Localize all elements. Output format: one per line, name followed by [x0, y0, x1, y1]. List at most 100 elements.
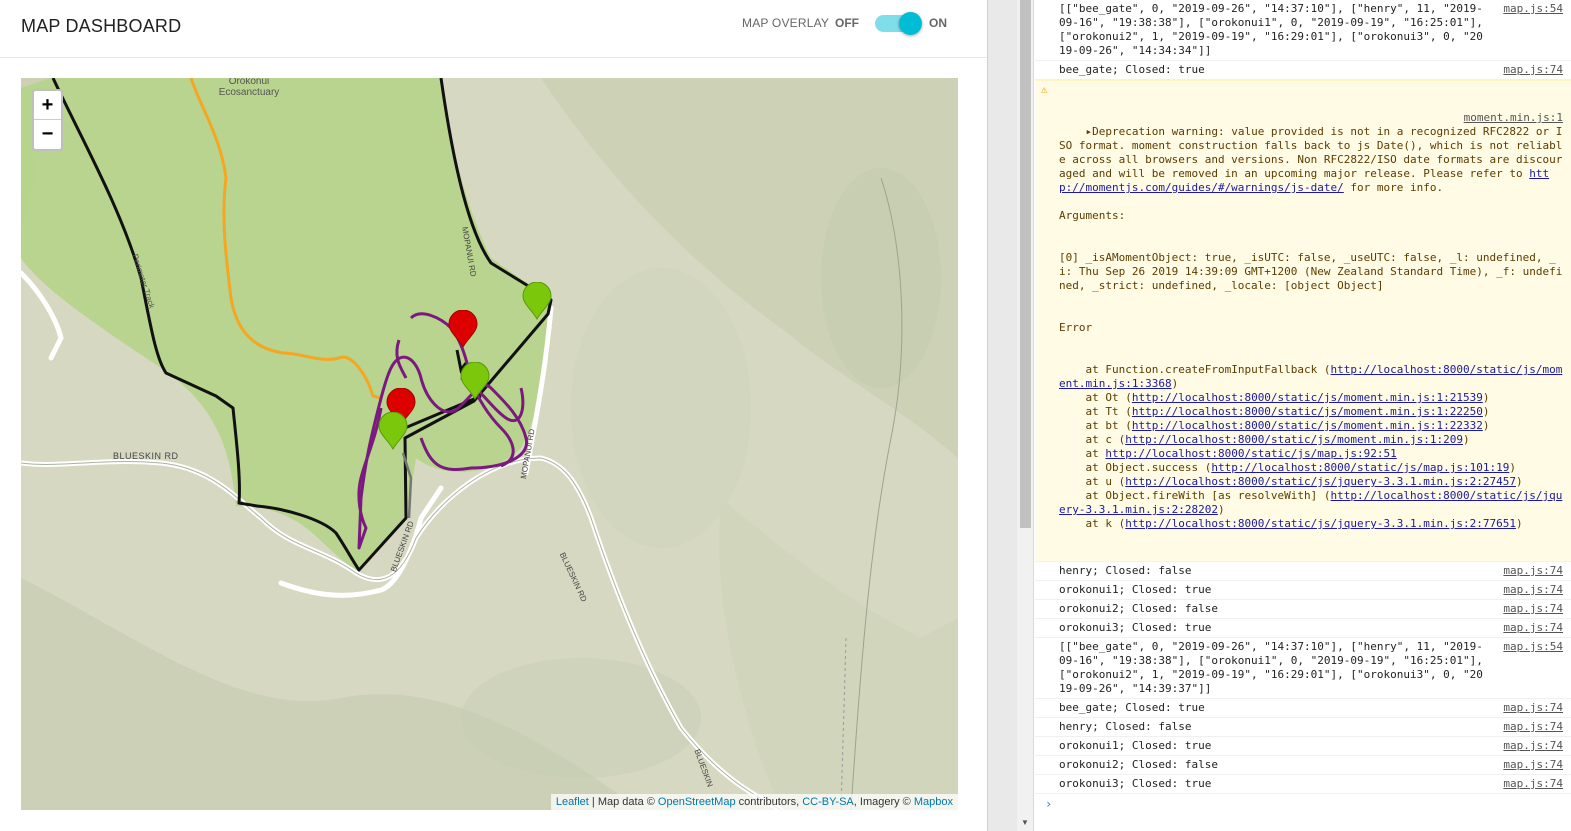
console-message-text: bee_gate; Closed: true — [1059, 63, 1205, 76]
warning-args-header: Arguments: — [1059, 209, 1126, 222]
console-source-link[interactable]: map.js:74 — [1503, 602, 1563, 616]
map-overlay-toggle[interactable] — [875, 12, 922, 35]
osm-link[interactable]: OpenStreetMap — [658, 796, 736, 808]
stack-frame-suffix: ) — [1515, 475, 1523, 488]
attribution-text-2: contributors, — [735, 796, 803, 808]
console-message: map.js:74 orokonui1; Closed: true — [1035, 737, 1571, 756]
console-message: map.js:74 bee_gate; Closed: true — [1035, 699, 1571, 718]
console-source-link[interactable]: map.js:74 — [1503, 63, 1563, 77]
console-message-text: [["bee_gate", 0, "2019-09-26", "14:37:10… — [1059, 2, 1490, 57]
stack-frame: at Object.success (http://localhost:8000… — [1059, 461, 1563, 475]
warning-intro: Deprecation warning: value provided is n… — [1059, 125, 1563, 180]
console-message-text: orokonui3; Closed: true — [1059, 621, 1212, 634]
blueskin-rd-label: BLUESKIN RD — [113, 451, 179, 461]
overlay-off-label: OFF — [835, 16, 859, 30]
mapbox-link[interactable]: Mapbox — [914, 796, 953, 808]
stack-frame-link[interactable]: http://localhost:8000/static/js/map.js:9… — [1105, 447, 1396, 460]
console-source-link[interactable]: map.js:74 — [1503, 621, 1563, 635]
stack-frame-link[interactable]: http://localhost:8000/static/js/moment.m… — [1132, 405, 1483, 418]
console-messages-bottom: map.js:74 henry; Closed: false map.js:74 or… — [1035, 562, 1571, 794]
green-marker-1[interactable] — [522, 282, 552, 320]
warning-error: Error — [1059, 321, 1093, 334]
attribution-text-1: | Map data © — [588, 796, 658, 808]
console-scrollbar[interactable]: ▼ — [1017, 0, 1034, 831]
console-prompt[interactable]: › — [1035, 794, 1571, 814]
deprecation-warning: ⚠ moment.min.js:1 ▸Deprecation warning: … — [1035, 80, 1571, 562]
devtools-gutter — [987, 0, 1017, 831]
dashboard-header: MAP DASHBOARD MAP OVERLAY OFF ON — [0, 0, 987, 58]
stack-frame-prefix: at bt ( — [1059, 419, 1132, 432]
console-message-text: orokonui1; Closed: true — [1059, 583, 1212, 596]
stack-frame: at u (http://localhost:8000/static/js/jq… — [1059, 475, 1563, 489]
green-marker-3[interactable] — [378, 412, 408, 450]
console-source-link[interactable]: map.js:74 — [1503, 583, 1563, 597]
console-source-link[interactable]: map.js:74 — [1503, 777, 1563, 791]
console-message-text: orokonui1; Closed: true — [1059, 739, 1212, 752]
ccbysa-link[interactable]: CC-BY-SA — [802, 796, 854, 808]
warning-icon: ⚠ — [1041, 83, 1048, 96]
console-source-link[interactable]: map.js:54 — [1503, 2, 1563, 16]
stack-frame-prefix: at Function.createFromInputFallback ( — [1059, 363, 1331, 376]
stack-frame-link[interactable]: http://localhost:8000/static/js/jquery-3… — [1125, 475, 1516, 488]
console-source-link[interactable]: map.js:74 — [1503, 701, 1563, 715]
stack-frame-suffix: ) — [1171, 377, 1179, 390]
stack-frame: at http://localhost:8000/static/js/map.j… — [1059, 447, 1563, 461]
zoom-out-button[interactable]: − — [34, 120, 61, 149]
zoom-control: + − — [32, 89, 63, 151]
stack-frame-suffix: ) — [1482, 405, 1490, 418]
stack-frame-suffix: ) — [1463, 433, 1470, 446]
leaflet-link[interactable]: Leaflet — [556, 796, 589, 808]
stack-frame-link[interactable]: http://localhost:8000/static/js/jquery-3… — [1125, 517, 1516, 530]
stack-frame: at k (http://localhost:8000/static/js/jq… — [1059, 517, 1563, 531]
console-message: map.js:74 orokonui2; Closed: false — [1035, 756, 1571, 775]
red-marker-1[interactable] — [448, 310, 478, 348]
stack-frame-link[interactable]: http://localhost:8000/static/js/moment.m… — [1132, 391, 1483, 404]
basemap — [21, 78, 958, 810]
ecosanctuary-label: Orokonui Ecosanctuary — [218, 78, 280, 98]
page-title: MAP DASHBOARD — [21, 16, 182, 36]
stack-frame-suffix: ) — [1482, 391, 1490, 404]
stack-frame-link[interactable]: http://localhost:8000/static/js/moment.m… — [1125, 433, 1463, 446]
console-message-text: orokonui2; Closed: false — [1059, 758, 1218, 771]
console-message: map.js:74 orokonui2; Closed: false — [1035, 600, 1571, 619]
console-message-text: orokonui2; Closed: false — [1059, 602, 1218, 615]
warning-source-link[interactable]: moment.min.js:1 — [1464, 111, 1563, 125]
console-message-text: henry; Closed: false — [1059, 720, 1192, 733]
console-message: map.js:74 orokonui3; Closed: true — [1035, 775, 1571, 794]
console-message: map.js:74 henry; Closed: false — [1035, 718, 1571, 737]
console-source-link[interactable]: map.js:74 — [1503, 564, 1563, 578]
stack-frame: at bt (http://localhost:8000/static/js/m… — [1059, 419, 1563, 433]
leaflet-map[interactable]: Orokonui Ecosanctuary BLUESKIN RD MOPANU… — [21, 78, 958, 810]
stack-frame-prefix: at k ( — [1059, 517, 1126, 530]
console-source-link[interactable]: map.js:74 — [1503, 758, 1563, 772]
console-message: map.js:74 bee_gate; Closed: true — [1035, 61, 1571, 80]
warning-outro: for more info. — [1343, 181, 1444, 194]
stack-frame-prefix: at c ( — [1059, 433, 1126, 446]
console-message: map.js:54 [["bee_gate", 0, "2019-09-26", … — [1035, 638, 1571, 699]
stack-frame: at Object.fireWith [as resolveWith] (htt… — [1059, 489, 1563, 517]
console-source-link[interactable]: map.js:74 — [1503, 720, 1563, 734]
attribution-text-3: , Imagery © — [853, 796, 914, 808]
console-message: map.js:74 orokonui3; Closed: true — [1035, 619, 1571, 638]
stack-frame-suffix: ) — [1482, 419, 1490, 432]
console-message: map.js:74 orokonui1; Closed: true — [1035, 581, 1571, 600]
console-source-link[interactable]: map.js:74 — [1503, 739, 1563, 753]
stack-frame-suffix: ) — [1509, 461, 1516, 474]
console-message-text: [["bee_gate", 0, "2019-09-26", "14:37:10… — [1059, 640, 1490, 695]
console-source-link[interactable]: map.js:54 — [1503, 640, 1563, 654]
stack-frame-link[interactable]: http://localhost:8000/static/js/map.js:1… — [1211, 461, 1509, 474]
console-message: map.js:54 [["bee_gate", 0, "2019-09-26", … — [1035, 0, 1571, 61]
stack-frame-prefix: at u ( — [1059, 475, 1126, 488]
scroll-down-icon[interactable]: ▼ — [1021, 818, 1029, 827]
devtools-console: map.js:54 [["bee_gate", 0, "2019-09-26", … — [1035, 0, 1571, 831]
overlay-on-label: ON — [929, 16, 947, 30]
zoom-in-button[interactable]: + — [34, 91, 61, 120]
green-marker-2[interactable] — [460, 362, 490, 400]
stack-frame-prefix: at — [1059, 447, 1106, 460]
scrollbar-thumb[interactable] — [1020, 0, 1031, 528]
stack-frame-link[interactable]: http://localhost:8000/static/js/moment.m… — [1132, 419, 1483, 432]
stack-frame: at Tt (http://localhost:8000/static/js/m… — [1059, 405, 1563, 419]
console-messages-top: map.js:54 [["bee_gate", 0, "2019-09-26", … — [1035, 0, 1571, 80]
map-dashboard: MAP DASHBOARD MAP OVERLAY OFF ON Orokonu… — [0, 0, 987, 831]
toggle-knob[interactable] — [899, 12, 922, 35]
